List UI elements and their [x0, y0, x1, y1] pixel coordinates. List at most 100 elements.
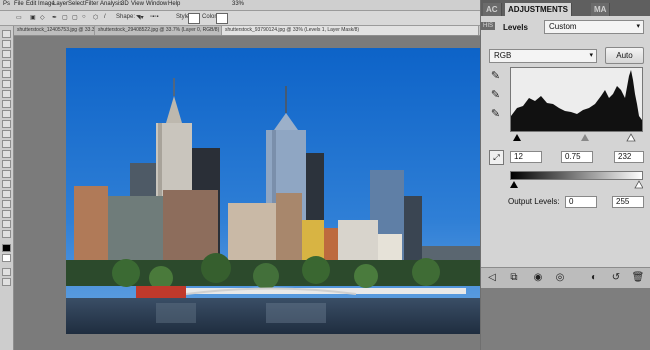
rounded-rect-icon[interactable]: ▢	[72, 14, 78, 21]
reset-icon[interactable]: ↺	[609, 271, 623, 285]
tab-adjustments[interactable]: ADJUSTMENTS	[505, 3, 573, 16]
tab-actions[interactable]: AC	[483, 3, 502, 16]
menu-filter[interactable]: Filter	[85, 1, 98, 7]
preset-select[interactable]: Custom ▾	[544, 20, 644, 34]
crop-tool-icon[interactable]	[2, 70, 11, 78]
clone-tool-icon[interactable]	[2, 110, 11, 118]
eyedropper-tool-icon[interactable]	[2, 80, 11, 88]
tab-masks[interactable]: MA	[591, 3, 611, 16]
view-previous-icon[interactable]: ◐	[587, 271, 601, 285]
channel-select[interactable]: RGB ▾	[489, 49, 597, 63]
adjustment-title: Levels	[503, 23, 528, 32]
histogram-graph	[511, 70, 642, 131]
tools-panel	[0, 26, 14, 350]
clip-icon[interactable]: ◉	[531, 271, 545, 285]
city-skyline-image	[66, 48, 492, 334]
path-select-tool-icon[interactable]	[2, 190, 11, 198]
shape-tool-icon[interactable]	[2, 200, 11, 208]
menu-help[interactable]: Help	[168, 1, 180, 7]
input-black-field[interactable]: 12	[510, 151, 542, 163]
eraser-tool-icon[interactable]	[2, 130, 11, 138]
polygon-icon[interactable]: ⬡	[93, 14, 98, 21]
tool-preset-icon[interactable]: ▭	[16, 14, 22, 21]
chevron-down-icon: ▾	[636, 23, 640, 30]
input-sliders[interactable]	[510, 133, 643, 142]
panel-tabs: AC ADJUSTMENTS MA	[481, 0, 650, 16]
ps-logo: Ps	[3, 1, 11, 7]
menu-file[interactable]: File	[14, 1, 24, 7]
brush-tool-icon[interactable]	[2, 100, 11, 108]
menu-edit[interactable]: Edit	[26, 1, 36, 7]
menu-analysis[interactable]: Analysis	[100, 1, 122, 7]
shape-layers-icon[interactable]: ▣	[30, 14, 36, 21]
output-white-field[interactable]: 255	[612, 196, 644, 208]
expand-view-icon[interactable]: ⧉	[507, 271, 521, 285]
output-white-slider[interactable]	[634, 180, 643, 189]
line-icon[interactable]: /	[104, 14, 106, 20]
preset-value: Custom	[549, 22, 577, 31]
pen-icon[interactable]: ✒	[52, 14, 57, 21]
input-white-field[interactable]: 232	[614, 151, 644, 163]
quick-mask-icon[interactable]	[2, 268, 11, 276]
eye-icon[interactable]: ◎	[553, 271, 567, 285]
color-swatch[interactable]	[216, 13, 228, 24]
chevron-down-icon: ▾	[589, 52, 593, 59]
adjustments-panel: AC ADJUSTMENTS MA HIS Levels Custom ▾ RG…	[480, 0, 650, 350]
zoom-level[interactable]: 33%	[232, 1, 244, 7]
menu-select[interactable]: Select	[68, 1, 85, 7]
history-brush-tool-icon[interactable]	[2, 120, 11, 128]
black-point-slider[interactable]	[513, 134, 521, 141]
3d-rotate-tool-icon[interactable]	[2, 210, 11, 218]
calculate-icon[interactable]: ⤢	[489, 150, 504, 165]
blur-tool-icon[interactable]	[2, 150, 11, 158]
eyedropper-black-icon[interactable]: ✎	[489, 70, 502, 83]
panel-empty-area	[481, 288, 650, 350]
quick-select-tool-icon[interactable]	[2, 60, 11, 68]
lasso-tool-icon[interactable]	[2, 50, 11, 58]
doc-tab-2[interactable]: shutterstock_29408522.jpg @ 33.7% (Layer…	[95, 26, 222, 35]
background-color-icon[interactable]	[2, 254, 11, 262]
gradient-tool-icon[interactable]	[2, 140, 11, 148]
eyedropper-white-icon[interactable]: ✎	[489, 108, 502, 121]
rectangle-icon[interactable]: ▢	[62, 14, 68, 21]
foreground-color-icon[interactable]	[2, 244, 11, 252]
auto-button[interactable]: Auto	[605, 47, 644, 64]
panel-footer: ◁ ⧉ ◉ ◎ ◐ ↺ 🗑	[481, 267, 650, 289]
output-black-slider[interactable]	[510, 181, 518, 188]
document-tabs: shutterstock_12405753.jpg @ 33.3% (Layer…	[14, 26, 480, 36]
gamma-slider[interactable]	[581, 134, 589, 141]
combine-icons[interactable]: ▫▪▫▪	[150, 14, 159, 20]
hand-tool-icon[interactable]	[2, 220, 11, 228]
output-black-field[interactable]: 0	[565, 196, 597, 208]
trash-icon[interactable]: 🗑	[631, 271, 645, 285]
style-swatch[interactable]	[188, 13, 200, 24]
histogram	[510, 67, 643, 132]
move-tool-icon[interactable]	[2, 30, 11, 38]
doc-tab-active[interactable]: shutterstock_93790124.jpg @ 33% (Levels …	[222, 26, 479, 35]
menu-layer[interactable]: Layer	[53, 1, 68, 7]
type-tool-icon[interactable]	[2, 180, 11, 188]
white-point-slider[interactable]	[626, 133, 636, 142]
screen-mode-icon[interactable]	[2, 278, 11, 286]
menu-window[interactable]: Window	[146, 1, 167, 7]
output-sliders[interactable]	[510, 180, 643, 189]
paths-icon[interactable]: ◇	[40, 14, 45, 21]
menu-view[interactable]: View	[131, 1, 144, 7]
pen-tool-icon[interactable]	[2, 170, 11, 178]
ellipse-icon[interactable]: ○	[82, 14, 86, 20]
healing-tool-icon[interactable]	[2, 90, 11, 98]
marquee-tool-icon[interactable]	[2, 40, 11, 48]
document-image[interactable]	[66, 48, 492, 334]
menu-3d[interactable]: 3D	[121, 1, 129, 7]
dodge-tool-icon[interactable]	[2, 160, 11, 168]
shape-label: Shape:	[116, 14, 136, 20]
input-gamma-field[interactable]: 0.75	[561, 151, 593, 163]
options-bar: ▭ ▣ ◇ ✒ ▢ ▢ ○ ⬡ / Shape: ◥▾ ▫▪▫▪ Style: …	[0, 11, 480, 26]
back-arrow-icon[interactable]: ◁	[485, 271, 499, 285]
eyedropper-gray-icon[interactable]: ✎	[489, 89, 502, 102]
shape-picker[interactable]: ◥▾	[136, 14, 144, 21]
doc-tab-1[interactable]: shutterstock_12405753.jpg @ 33.3% (Layer…	[14, 26, 95, 35]
output-levels-label: Output Levels:	[508, 197, 560, 206]
zoom-tool-icon[interactable]	[2, 230, 11, 238]
tab-histogram[interactable]: HIS	[481, 22, 496, 30]
